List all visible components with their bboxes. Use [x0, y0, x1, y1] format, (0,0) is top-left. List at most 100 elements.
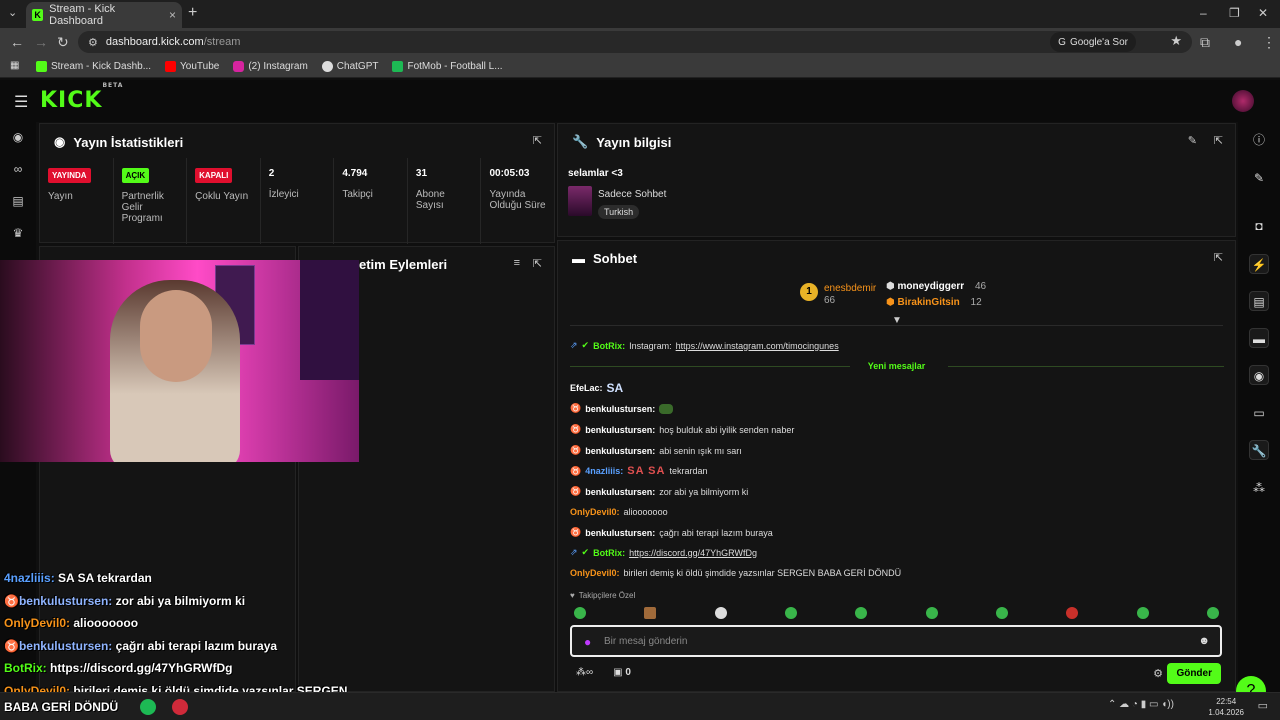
emote-icon[interactable]	[1206, 607, 1219, 619]
google-search-button[interactable]: G Google'a Sor	[1050, 32, 1136, 52]
maximize-icon[interactable]: ❐	[1229, 6, 1240, 20]
bookmark-star-icon[interactable]: ★	[1170, 33, 1182, 49]
devil-badge-icon: ♉	[4, 594, 19, 608]
info-icon[interactable]: ⓘ	[1249, 130, 1269, 150]
gift-icon: ▣	[613, 667, 623, 678]
browser-tabbar: ⌄ K Stream - Kick Dashboard × + – ❐ ✕	[0, 0, 1280, 28]
quick-action-icon[interactable]: ⚡	[1249, 254, 1269, 274]
close-tab-icon[interactable]: ×	[169, 8, 176, 22]
tray-icons[interactable]: ⌃ ☁ ◔ ▮ ▭ ◖))	[1108, 699, 1174, 710]
leader-name[interactable]: moneydiggerr	[898, 281, 965, 292]
edit-icon[interactable]: ✎	[1249, 168, 1269, 188]
broadcast-icon[interactable]: ◉	[1249, 365, 1269, 385]
emote-icon[interactable]	[1136, 607, 1149, 619]
chat-input-placeholder: Bir mesaj gönderin	[604, 635, 688, 647]
devil-badge-icon: ♉	[570, 486, 582, 496]
webcam-overlay	[0, 260, 359, 462]
notes-icon[interactable]: ▤	[1249, 291, 1269, 311]
multistream-badge[interactable]: KAPALI	[195, 168, 233, 183]
new-tab-icon[interactable]: +	[188, 4, 197, 22]
share-icon[interactable]: ⁂	[1249, 478, 1269, 498]
tab-search-icon[interactable]: ⌄	[8, 6, 17, 19]
back-icon[interactable]: ←	[10, 34, 24, 50]
extensions-icon[interactable]: ⧉	[1200, 34, 1210, 51]
leaderboard-second: ⬢ moneydiggerr 46	[886, 281, 986, 292]
menu-dots-icon[interactable]: ⋮	[1262, 34, 1276, 51]
user-avatar[interactable]	[1232, 90, 1254, 112]
spotify-icon[interactable]	[140, 699, 156, 715]
emote-icon[interactable]	[784, 607, 797, 619]
popout-icon[interactable]: ⇱	[1214, 134, 1223, 147]
poster-image	[300, 260, 359, 380]
bookmark-instagram[interactable]: (2) Instagram	[233, 61, 308, 72]
devil-badge-icon: ♉	[570, 445, 582, 455]
notification-icon[interactable]: ▭	[1258, 699, 1268, 712]
emote-icon[interactable]	[855, 607, 868, 619]
emote-icon[interactable]	[574, 607, 586, 619]
hamburger-menu-icon[interactable]: ☰	[14, 92, 28, 112]
chat-settings-gear-icon[interactable]: ⚙	[1153, 667, 1163, 680]
chat-icon: ▬	[572, 251, 585, 266]
bookmark-fotmob[interactable]: FotMob - Football L...	[392, 61, 503, 72]
emoji-picker-icon[interactable]: ☻	[1198, 635, 1210, 647]
forward-icon[interactable]: →	[34, 34, 48, 50]
chat-title: ▬ Sohbet	[572, 251, 638, 266]
chat-link[interactable]: https://discord.gg/47YhGRWfDg	[629, 548, 757, 558]
stat-viewers: 2 İzleyici	[261, 158, 335, 244]
microphone-icon[interactable]: ●	[584, 635, 591, 649]
browser-tab[interactable]: K Stream - Kick Dashboard ×	[26, 2, 182, 28]
link-icon[interactable]: ∞	[11, 162, 25, 176]
window-close-icon[interactable]: ✕	[1258, 6, 1268, 20]
obs-icon[interactable]	[172, 699, 188, 715]
kick-logo[interactable]: KICKBETA	[40, 82, 123, 113]
devil-badge-icon: ♉	[570, 527, 582, 537]
broadcast-icon[interactable]: ◉	[11, 130, 25, 144]
partner-badge[interactable]: AÇIK	[121, 168, 150, 183]
chat-footer: ⁂∞ ▣ 0	[576, 667, 631, 678]
url-field[interactable]: ⚙ dashboard.kick.com/stream G Google'a S…	[78, 31, 1192, 53]
url-host: dashboard.kick.com	[105, 36, 204, 48]
site-info-icon[interactable]: ⚙	[88, 36, 98, 49]
popout-icon[interactable]: ⇱	[533, 257, 542, 270]
popout-icon[interactable]: ⇱	[1214, 251, 1223, 264]
chat-message: ♉ benkulustursen: hoş bulduk abi iyilik …	[570, 424, 795, 435]
bookmark-chatgpt[interactable]: ChatGPT	[321, 61, 378, 72]
leader-count: 66	[824, 295, 836, 306]
analytics-icon[interactable]: ▤	[11, 194, 25, 208]
leader-name[interactable]: BirakinGitsin	[898, 297, 960, 308]
chat-message: ♉ 4nazliiis: SA SA tekrardan	[570, 465, 708, 477]
turtle-emote-icon	[659, 403, 674, 414]
camera-icon[interactable]: ◘	[1249, 216, 1269, 236]
emote-icon[interactable]	[995, 607, 1008, 619]
stream-info-title: 🔧 Yayın bilgisi	[572, 134, 672, 150]
chat-bubble-icon[interactable]: ▬	[1249, 328, 1269, 348]
send-button[interactable]: Gönder	[1167, 663, 1221, 684]
wrench-icon[interactable]: 🔧	[1249, 440, 1269, 460]
system-clock[interactable]: 22:54 1.04.2026	[1208, 696, 1244, 718]
apps-grid-icon[interactable]: ▦	[10, 60, 19, 71]
live-badge[interactable]: YAYINDA	[48, 168, 91, 183]
chat-input[interactable]: ● Bir mesaj gönderin ☻	[570, 625, 1222, 657]
devil-badge-icon: ♉	[570, 403, 582, 413]
minimize-icon[interactable]: –	[1200, 6, 1207, 20]
chat-link[interactable]: https://www.instagram.com/timocingunes	[676, 341, 839, 351]
reload-icon[interactable]: ↻	[57, 34, 69, 51]
leader-count: 46	[974, 281, 987, 292]
bookmark-kick[interactable]: Stream - Kick Dashb...	[36, 61, 151, 72]
filter-icon[interactable]: ≡	[514, 257, 520, 269]
leader-name[interactable]: enesbdemir	[824, 283, 876, 295]
emote-icon[interactable]	[714, 607, 727, 619]
print-icon[interactable]: ▭	[1249, 403, 1269, 423]
profile-icon[interactable]: ●	[1234, 34, 1242, 50]
points-counter[interactable]: ▣ 0	[613, 667, 631, 678]
channel-points-icon[interactable]: ⁂∞	[576, 667, 593, 678]
emote-icon[interactable]	[1066, 607, 1079, 619]
trophy-icon[interactable]: ♛	[11, 226, 25, 240]
emote-icon[interactable]	[644, 607, 657, 619]
emote-icon[interactable]	[925, 607, 938, 619]
edit-icon[interactable]: ✎	[1188, 134, 1197, 147]
bookmark-youtube[interactable]: YouTube	[165, 61, 219, 72]
popout-icon[interactable]: ⇱	[533, 134, 542, 147]
category-thumbnail	[568, 186, 592, 216]
stream-title: selamlar <3	[568, 168, 623, 179]
